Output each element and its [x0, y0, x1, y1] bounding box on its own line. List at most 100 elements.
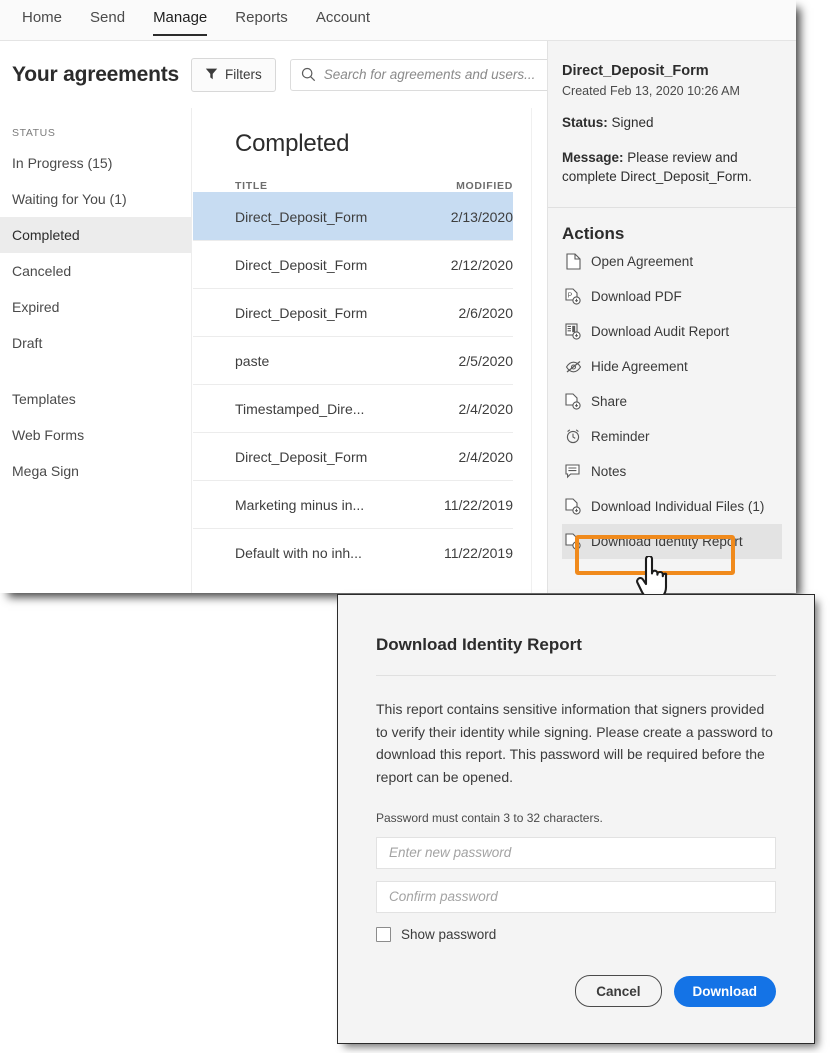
sidebar-item-draft[interactable]: Draft — [0, 325, 191, 361]
share-document-icon — [564, 393, 582, 410]
dialog-button-row: Cancel Download — [575, 975, 776, 1007]
funnel-icon — [205, 67, 218, 83]
action-label: Download Identity Report — [591, 533, 743, 549]
table-row[interactable]: Marketing minus in... 11/22/2019 — [193, 480, 513, 528]
action-label: Hide Agreement — [591, 358, 688, 374]
cancel-button[interactable]: Cancel — [575, 975, 662, 1007]
action-download-identity-report[interactable]: Download Identity Report — [562, 523, 782, 559]
action-hide-agreement[interactable]: Hide Agreement — [562, 349, 782, 384]
confirm-password-field[interactable] — [376, 880, 776, 913]
filters-button[interactable]: Filters — [191, 57, 276, 92]
file-download-icon — [564, 498, 582, 515]
download-button-label: Download — [692, 983, 758, 999]
application-window: Home Send Manage Reports Account Your ag… — [0, 0, 796, 593]
action-label: Open Agreement — [591, 253, 694, 269]
nav-tab-label: Send — [90, 9, 126, 26]
table-row[interactable]: paste 2/5/2020 — [193, 336, 513, 384]
table-row[interactable]: Default with no inh... 11/22/2019 — [193, 528, 513, 576]
scrollbar-thumb[interactable] — [536, 108, 544, 408]
sidebar-item-canceled[interactable]: Canceled — [0, 253, 191, 289]
row-modified: 2/13/2020 — [450, 208, 513, 225]
detail-message-label: Message: — [562, 149, 624, 165]
download-identity-report-dialog: Download Identity Report This report con… — [337, 594, 815, 1044]
nav-tab-account[interactable]: Account — [302, 0, 384, 36]
confirm-password-input[interactable] — [389, 889, 775, 905]
table-row[interactable]: Direct_Deposit_Form 2/13/2020 — [193, 192, 513, 240]
search-input[interactable] — [323, 67, 550, 82]
nav-tab-send[interactable]: Send — [76, 0, 139, 36]
eye-off-icon — [564, 359, 582, 374]
table-row[interactable]: Direct_Deposit_Form 2/4/2020 — [193, 432, 513, 480]
agreements-list: Completed TITLE MODIFIED Direct_Deposit_… — [193, 108, 531, 593]
action-notes[interactable]: Notes — [562, 454, 782, 489]
list-column-headers: TITLE MODIFIED — [235, 180, 513, 192]
sidebar-item-waiting-for-you[interactable]: Waiting for You (1) — [0, 181, 191, 217]
sidebar-item-label: Templates — [12, 391, 76, 407]
row-modified: 11/22/2019 — [443, 544, 513, 561]
search-box[interactable] — [289, 58, 570, 91]
row-title: Direct_Deposit_Form — [235, 256, 368, 273]
table-row[interactable]: Direct_Deposit_Form 2/12/2020 — [193, 240, 513, 288]
detail-message: Message: Please review and complete Dire… — [562, 133, 782, 187]
table-row[interactable]: Timestamped_Dire... 2/4/2020 — [193, 384, 513, 432]
action-label: Notes — [591, 463, 627, 479]
sidebar-item-label: Web Forms — [12, 427, 85, 443]
column-header-modified: MODIFIED — [456, 180, 513, 192]
sidebar-item-in-progress[interactable]: In Progress (15) — [0, 145, 191, 181]
file-download-icon — [564, 533, 582, 550]
action-open-agreement[interactable]: Open Agreement — [562, 244, 782, 279]
actions-title: Actions — [562, 223, 625, 243]
row-title: Default with no inh... — [235, 544, 362, 561]
nav-tab-reports[interactable]: Reports — [221, 0, 302, 36]
row-title: Timestamped_Dire... — [235, 400, 365, 417]
sidebar-item-templates[interactable]: Templates — [0, 381, 191, 417]
nav-tab-home[interactable]: Home — [8, 0, 76, 36]
row-modified: 11/22/2019 — [443, 496, 513, 513]
row-title: Direct_Deposit_Form — [235, 448, 368, 465]
dialog-title: Download Identity Report — [376, 635, 582, 654]
pdf-download-icon: P — [564, 288, 582, 305]
show-password-row[interactable]: Show password — [376, 926, 776, 942]
action-download-individual-files[interactable]: Download Individual Files (1) — [562, 489, 782, 524]
show-password-checkbox[interactable] — [376, 926, 391, 942]
action-label: Share — [591, 393, 628, 409]
new-password-field[interactable] — [376, 836, 776, 869]
action-share[interactable]: Share — [562, 384, 782, 419]
note-icon — [564, 464, 582, 479]
action-download-pdf[interactable]: P Download PDF — [562, 279, 782, 314]
sidebar-divider-gap — [0, 361, 191, 381]
nav-tab-label: Reports — [235, 9, 288, 26]
sidebar-item-label: Completed — [12, 227, 80, 243]
search-icon — [301, 67, 316, 82]
detail-created-date: Created Feb 13, 2020 10:26 AM — [562, 84, 740, 98]
detail-status: Status: Signed — [562, 98, 782, 133]
action-download-audit-report[interactable]: Download Audit Report — [562, 314, 782, 349]
row-modified: 2/12/2020 — [450, 256, 513, 273]
nav-tab-label: Manage — [153, 9, 208, 26]
row-modified: 2/6/2020 — [458, 304, 514, 321]
nav-tab-manage[interactable]: Manage — [139, 0, 221, 36]
sidebar-item-label: Canceled — [12, 263, 72, 279]
status-badge: Signed — [611, 115, 654, 130]
top-navigation-bar: Home Send Manage Reports Account — [0, 0, 796, 41]
row-title: Marketing minus in... — [235, 496, 365, 513]
sidebar-item-expired[interactable]: Expired — [0, 289, 191, 325]
new-password-input[interactable] — [389, 845, 775, 861]
page-title: Your agreements — [12, 62, 179, 86]
sidebar-item-web-forms[interactable]: Web Forms — [0, 417, 191, 453]
download-button[interactable]: Download — [673, 975, 776, 1007]
sidebar-item-label: Draft — [12, 335, 43, 351]
sidebar-item-completed[interactable]: Completed — [0, 217, 191, 253]
detail-document-name: Direct_Deposit_Form — [562, 63, 709, 79]
row-title: Direct_Deposit_Form — [235, 208, 368, 225]
table-row[interactable]: Direct_Deposit_Form 2/6/2020 — [193, 288, 513, 336]
sidebar-item-mega-sign[interactable]: Mega Sign — [0, 453, 191, 489]
svg-text:P: P — [568, 292, 573, 299]
action-label: Download Individual Files (1) — [591, 498, 765, 514]
sidebar-item-label: Mega Sign — [12, 463, 79, 479]
sidebar: STATUS In Progress (15) Waiting for You … — [0, 108, 192, 593]
list-scrollbar[interactable] — [531, 108, 548, 593]
sidebar-item-label: In Progress (15) — [12, 155, 113, 171]
action-reminder[interactable]: Reminder — [562, 419, 782, 454]
sidebar-item-label: Waiting for You (1) — [12, 191, 127, 207]
